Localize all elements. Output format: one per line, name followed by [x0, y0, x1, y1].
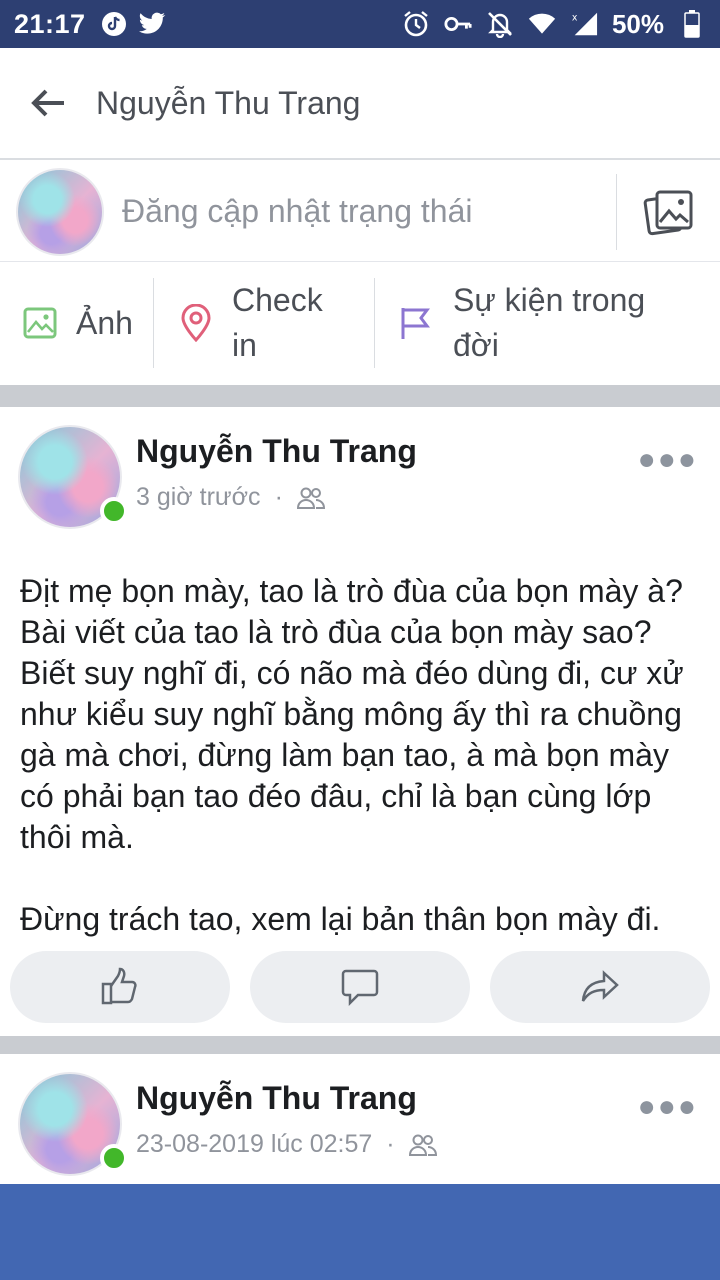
svg-text:x: x	[572, 12, 578, 23]
comment-button[interactable]	[250, 951, 470, 1023]
post-paragraph: Địt mẹ bọn mày, tao là trò đùa của bọn m…	[20, 573, 684, 855]
key-icon	[444, 10, 472, 38]
divider	[0, 1036, 720, 1054]
avatar[interactable]	[16, 167, 104, 256]
alarm-icon	[402, 10, 430, 38]
friends-icon	[408, 1134, 437, 1156]
life-event-button[interactable]: Sự kiện trong đời	[375, 278, 720, 368]
divider	[0, 385, 720, 407]
more-options-icon[interactable]: ●●●	[638, 1090, 698, 1124]
photo-label: Ảnh	[76, 304, 133, 341]
share-button[interactable]	[490, 951, 710, 1023]
profile-header: Nguyễn Thu Trang	[0, 48, 720, 160]
online-status-dot	[100, 1144, 128, 1172]
status-time: 21:17	[14, 8, 86, 39]
status-input[interactable]: Đăng cập nhật trạng thái	[122, 193, 616, 230]
online-status-dot	[100, 497, 128, 525]
meta-separator: ·	[274, 483, 283, 511]
share-arrow-icon	[581, 970, 619, 1002]
post-paragraph: Đừng trách tao, xem lại bản thân bọn mày…	[20, 901, 661, 937]
post-meta: 3 giờ trước ·	[136, 483, 325, 512]
status-bar: 21:17 x 50%	[0, 0, 720, 48]
back-button[interactable]	[0, 47, 96, 159]
post-actions	[0, 951, 720, 1031]
bell-off-icon	[486, 10, 514, 38]
post-header: Nguyễn Thu Trang 3 giờ trước · ●●●	[0, 407, 720, 529]
post-time[interactable]: 3 giờ trước	[136, 483, 261, 512]
post-text: Địt mẹ bọn mày, tao là trò đùa của bọn m…	[0, 561, 720, 940]
comment-icon	[341, 969, 379, 1007]
post-meta: 23-08-2019 lúc 02:57 ·	[136, 1130, 437, 1159]
more-options-icon[interactable]: ●●●	[638, 443, 698, 477]
like-button[interactable]	[10, 951, 230, 1023]
thumbs-up-icon	[101, 967, 137, 1005]
avatar[interactable]	[18, 425, 128, 529]
post-time[interactable]: 23-08-2019 lúc 02:57	[136, 1130, 372, 1159]
checkin-label: Check in	[232, 282, 323, 363]
flag-icon	[401, 308, 430, 339]
location-pin-icon	[181, 304, 211, 342]
back-arrow-icon	[31, 89, 64, 117]
post-author[interactable]: Nguyễn Thu Trang	[136, 433, 417, 470]
page-title: Nguyễn Thu Trang	[96, 84, 361, 121]
battery-percent: 50%	[611, 8, 664, 39]
photo-button[interactable]: Ảnh	[0, 278, 154, 368]
composer-actions: Ảnh Check in Sự kiện trong đời	[0, 263, 720, 383]
post-header: Nguyễn Thu Trang 23-08-2019 lúc 02:57 · …	[0, 1054, 720, 1176]
signal-icon: x	[570, 10, 598, 38]
friends-icon	[296, 487, 325, 509]
photo-icon	[23, 307, 57, 339]
checkin-button[interactable]: Check in	[154, 278, 375, 368]
add-photo-button[interactable]	[616, 173, 720, 250]
post-card: Nguyễn Thu Trang 23-08-2019 lúc 02:57 · …	[0, 1054, 720, 1184]
status-composer[interactable]: Đăng cập nhật trạng thái	[0, 162, 720, 262]
avatar[interactable]	[18, 1072, 128, 1176]
post-card: Nguyễn Thu Trang 3 giờ trước · ●●● Địt m…	[0, 407, 720, 1035]
tiktok-icon	[100, 10, 128, 38]
wifi-icon	[528, 10, 556, 38]
photo-gallery-icon	[643, 190, 692, 235]
post-author[interactable]: Nguyễn Thu Trang	[136, 1080, 417, 1117]
bottom-bar	[0, 1184, 720, 1280]
battery-icon	[678, 10, 706, 38]
meta-separator: ·	[386, 1130, 395, 1158]
twitter-icon	[138, 10, 166, 38]
life-event-label: Sự kiện trong đời	[453, 282, 646, 363]
